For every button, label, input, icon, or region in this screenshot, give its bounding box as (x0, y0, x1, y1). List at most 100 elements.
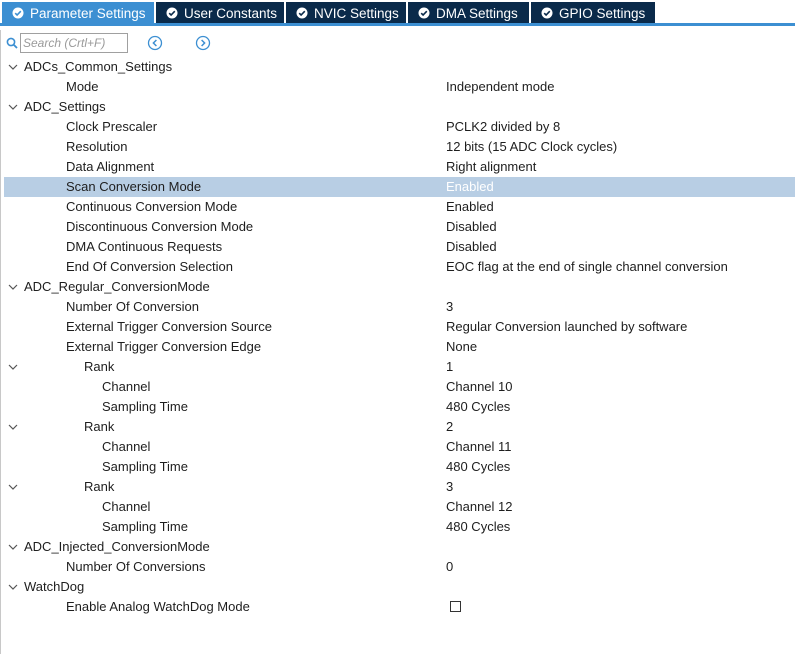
row-label: Resolution (66, 139, 128, 154)
row-label: Number Of Conversions (66, 559, 206, 574)
row-value[interactable]: 480 Cycles (446, 520, 510, 534)
row-label: Mode (66, 79, 99, 94)
row-value[interactable]: Disabled (446, 220, 497, 234)
tree-group-adc-settings[interactable]: ADC_Settings (4, 97, 795, 117)
tree-row-number-of-conversion[interactable]: Number Of Conversion 3 (4, 297, 795, 317)
row-value[interactable]: Independent mode (446, 80, 554, 94)
chevron-down-icon[interactable] (7, 281, 19, 293)
tree-group-adc-regular-conversionmode[interactable]: ADC_Regular_ConversionMode (4, 277, 795, 297)
row-label: Continuous Conversion Mode (66, 199, 238, 214)
tree-row-external-trigger-conversion-source[interactable]: External Trigger Conversion Source Regula… (4, 317, 795, 337)
tree-row-resolution[interactable]: Resolution 12 bits (15 ADC Clock cycles) (4, 137, 795, 157)
tab-user-constants[interactable]: User Constants (156, 2, 284, 24)
row-value[interactable]: 2 (446, 420, 453, 434)
tree-row-mode[interactable]: Mode Independent mode (4, 77, 795, 97)
tree-row-enable-analog-watchdog-mode[interactable]: Enable Analog WatchDog Mode (4, 597, 795, 617)
forward-circle-icon[interactable] (195, 35, 211, 51)
tree-row-discontinuous-conversion-mode[interactable]: Discontinuous Conversion Mode Disabled (4, 217, 795, 237)
row-label: Sampling Time (102, 459, 188, 474)
row-value[interactable]: Right alignment (446, 160, 536, 174)
tab-parameter-settings[interactable]: Parameter Settings (2, 2, 154, 24)
row-value[interactable]: Enabled (446, 180, 494, 194)
tree-group-rank[interactable]: Rank 2 (4, 417, 795, 437)
row-label: Rank (84, 479, 115, 494)
tree-group-watchdog[interactable]: WatchDog (4, 577, 795, 597)
tab-label: DMA Settings (436, 5, 518, 21)
check-circle-icon (166, 7, 178, 19)
row-label: ADC_Injected_ConversionMode (24, 539, 210, 554)
row-label: Channel (102, 499, 151, 514)
tree-row-sampling-time[interactable]: Sampling Time 480 Cycles (4, 517, 795, 537)
tree-group-rank[interactable]: Rank 3 (4, 477, 795, 497)
search-box (6, 33, 128, 53)
tree-group-adc-injected-conversionmode[interactable]: ADC_Injected_ConversionMode (4, 537, 795, 557)
tree-group-adcs-common-settings[interactable]: ADCs_Common_Settings (4, 57, 795, 77)
chevron-down-icon[interactable] (7, 101, 19, 113)
row-value[interactable]: 3 (446, 480, 453, 494)
row-label: Sampling Time (102, 399, 188, 414)
row-value[interactable]: None (446, 340, 477, 354)
row-label: Scan Conversion Mode (66, 179, 202, 194)
row-value[interactable]: Channel 11 (446, 440, 512, 454)
back-circle-icon[interactable] (147, 35, 163, 51)
row-value[interactable]: Channel 12 (446, 500, 513, 514)
tab-gpio-settings[interactable]: GPIO Settings (531, 2, 655, 24)
row-value[interactable]: 12 bits (15 ADC Clock cycles) (446, 140, 617, 154)
row-value[interactable]: PCLK2 divided by 8 (446, 120, 560, 134)
row-label: Number Of Conversion (66, 299, 199, 314)
row-label: External Trigger Conversion Edge (66, 339, 262, 354)
row-label: Discontinuous Conversion Mode (66, 219, 254, 234)
tree-row-channel[interactable]: Channel Channel 10 (4, 377, 795, 397)
row-label: Sampling Time (102, 519, 188, 534)
tree-row-number-of-conversions[interactable]: Number Of Conversions 0 (4, 557, 795, 577)
tab-nvic-settings[interactable]: NVIC Settings (286, 2, 406, 24)
tree-row-dma-continuous-requests[interactable]: DMA Continuous Requests Disabled (4, 237, 795, 257)
search-input[interactable] (20, 33, 128, 53)
row-label: Rank (84, 359, 115, 374)
panel-border (0, 30, 1, 654)
tree-group-rank[interactable]: Rank 1 (4, 357, 795, 377)
row-value[interactable]: 0 (446, 560, 453, 574)
tree-row-external-trigger-conversion-edge[interactable]: External Trigger Conversion Edge None (4, 337, 795, 357)
enable-watchdog-checkbox[interactable] (450, 601, 461, 612)
tree-row-data-alignment[interactable]: Data Alignment Right alignment (4, 157, 795, 177)
search-toolbar (0, 33, 795, 53)
tree-row-sampling-time[interactable]: Sampling Time 480 Cycles (4, 397, 795, 417)
tree-row-scan-conversion-mode[interactable]: Scan Conversion Mode Enabled (4, 177, 795, 197)
check-circle-icon (418, 7, 430, 19)
chevron-down-icon[interactable] (7, 581, 19, 593)
chevron-down-icon[interactable] (7, 421, 19, 433)
row-label: Clock Prescaler (66, 119, 158, 134)
check-circle-icon (12, 7, 24, 19)
row-value[interactable]: Regular Conversion launched by software (446, 320, 687, 334)
chevron-down-icon[interactable] (7, 541, 19, 553)
row-label: WatchDog (24, 579, 85, 594)
tree-row-channel[interactable]: Channel Channel 12 (4, 497, 795, 517)
chevron-down-icon[interactable] (7, 361, 19, 373)
tree-row-sampling-time[interactable]: Sampling Time 480 Cycles (4, 457, 795, 477)
tab-dma-settings[interactable]: DMA Settings (408, 2, 529, 24)
row-label: DMA Continuous Requests (66, 239, 223, 254)
row-label: ADCs_Common_Settings (24, 59, 173, 74)
check-circle-icon (296, 7, 308, 19)
chevron-down-icon[interactable] (7, 481, 19, 493)
row-value[interactable]: EOC flag at the end of single channel co… (446, 260, 728, 274)
row-value[interactable]: Disabled (446, 240, 497, 254)
row-label: External Trigger Conversion Source (66, 319, 272, 334)
tree-row-channel[interactable]: Channel Channel 11 (4, 437, 795, 457)
row-label: Rank (84, 419, 115, 434)
check-circle-icon (541, 7, 553, 19)
chevron-down-icon[interactable] (7, 61, 19, 73)
row-value[interactable]: 480 Cycles (446, 460, 510, 474)
row-label: ADC_Settings (24, 99, 106, 114)
row-value[interactable]: 1 (446, 360, 453, 374)
tab-label: Parameter Settings (30, 5, 146, 21)
tree-row-clock-prescaler[interactable]: Clock Prescaler PCLK2 divided by 8 (4, 117, 795, 137)
row-value[interactable]: 3 (446, 300, 453, 314)
row-value[interactable]: 480 Cycles (446, 400, 510, 414)
row-value[interactable]: Channel 10 (446, 380, 513, 394)
tab-bar: Parameter Settings User Constants NVIC S… (0, 0, 795, 27)
tree-row-end-of-conversion-selection[interactable]: End Of Conversion Selection EOC flag at t… (4, 257, 795, 277)
tree-row-continuous-conversion-mode[interactable]: Continuous Conversion Mode Enabled (4, 197, 795, 217)
row-value[interactable]: Enabled (446, 200, 494, 214)
